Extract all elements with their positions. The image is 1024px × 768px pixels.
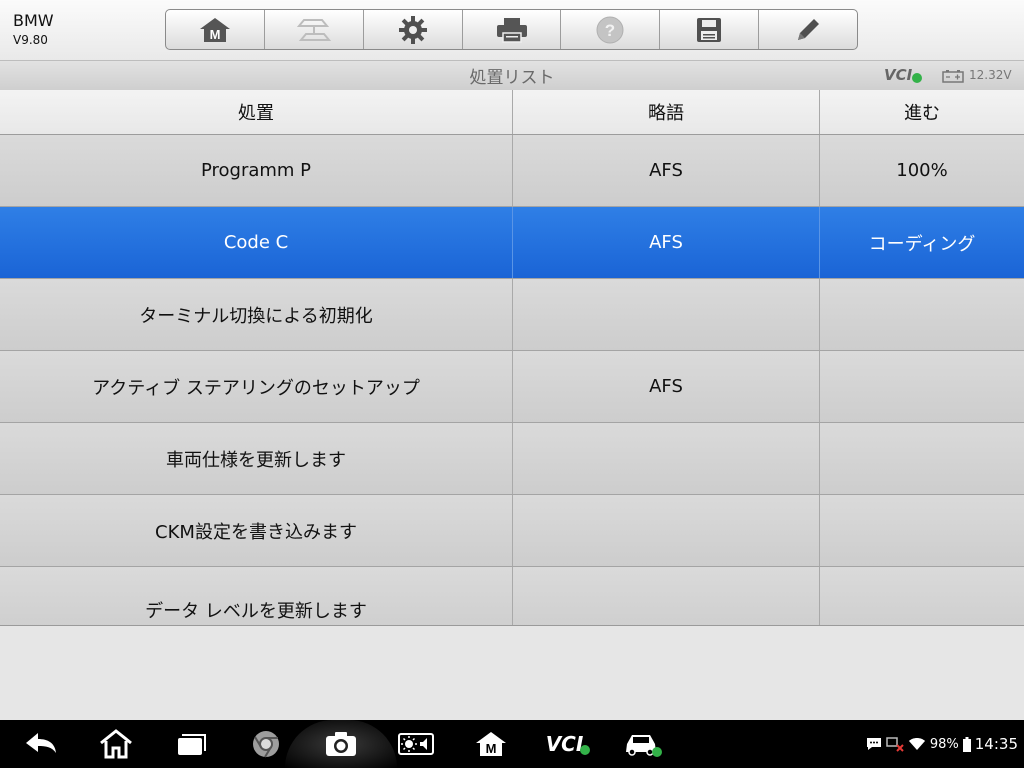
column-header-progress: 進む — [904, 103, 940, 124]
brightness-volume-icon — [398, 733, 434, 755]
table-row[interactable]: データ レベルを更新します — [0, 567, 1024, 625]
vehicle-swap-icon — [296, 18, 331, 41]
table-header: 処置 略語 進む — [0, 90, 1024, 135]
progress-cell — [820, 351, 1024, 422]
house-icon — [100, 729, 132, 759]
back-arrow-icon — [26, 733, 56, 753]
progress-cell — [820, 495, 1024, 566]
svg-text:M: M — [486, 741, 497, 756]
abbr-cell — [513, 279, 820, 350]
chrome-icon — [253, 731, 279, 758]
abbr-cell — [513, 567, 820, 625]
action-cell: アクティブ ステアリングのセットアップ — [0, 351, 513, 422]
home-m-icon: M — [199, 17, 230, 42]
progress-cell: コーディング — [868, 233, 976, 255]
back-button[interactable] — [18, 720, 64, 768]
progress-cell — [820, 423, 1024, 494]
abbr-cell — [513, 423, 820, 494]
vci-status-label: VCI — [884, 66, 913, 84]
home-button[interactable]: M — [166, 10, 265, 49]
action-cell: Programm P — [0, 135, 513, 206]
toolbar: M ? — [165, 9, 858, 50]
browser-app-button[interactable] — [243, 720, 289, 768]
abbr-cell — [513, 495, 820, 566]
vci-nav-label: VCI — [545, 732, 584, 756]
battery-percentage: 98% — [929, 736, 959, 752]
maxisys-home-button[interactable]: M — [468, 720, 514, 768]
edit-button[interactable] — [759, 10, 857, 49]
brand: BMW V9.80 — [13, 12, 54, 48]
chat-notification-icon — [866, 738, 881, 750]
svg-text:M: M — [210, 27, 221, 42]
home-m-icon: M — [476, 732, 506, 756]
app-version: V9.80 — [13, 33, 48, 47]
action-cell: Code C — [0, 207, 513, 278]
brightness-volume-button[interactable] — [393, 720, 439, 768]
car-connected-icon — [626, 735, 662, 757]
help-icon: ? — [596, 16, 624, 43]
android-home-button[interactable] — [93, 720, 139, 768]
settings-button[interactable] — [364, 10, 463, 49]
column-header-action: 処置 — [0, 90, 513, 134]
action-cell: ターミナル切換による初期化 — [0, 279, 513, 350]
system-nav-bar: M VCI 98% 14:35 — [0, 720, 1024, 768]
progress-cell — [820, 279, 1024, 350]
recent-apps-icon — [178, 734, 206, 755]
column-header-abbr: 略語 — [513, 90, 820, 134]
progress-cell — [820, 567, 1024, 625]
app-name: BMW — [13, 11, 54, 30]
table-row[interactable]: アクティブ ステアリングのセットアップ AFS — [0, 351, 1024, 423]
action-cell: データ レベルを更新します — [0, 567, 513, 625]
table-row[interactable]: 車両仕様を更新します — [0, 423, 1024, 495]
printer-icon — [496, 17, 527, 43]
title-bar: 処置リスト VCI 12.32V — [0, 61, 1024, 91]
help-button[interactable]: ? — [561, 10, 661, 49]
status-area: 98% 14:35 — [866, 720, 1018, 768]
table-row[interactable]: Programm P AFS 100% — [0, 135, 1024, 207]
pencil-icon — [798, 18, 820, 40]
table-row[interactable]: CKM設定を書き込みます — [0, 495, 1024, 567]
camera-app-button[interactable] — [318, 720, 364, 768]
wifi-icon — [908, 738, 925, 750]
battery-voltage: 12.32V — [969, 68, 1012, 82]
abbr-cell: AFS — [513, 351, 820, 422]
table-row[interactable]: ターミナル切換による初期化 — [0, 279, 1024, 351]
action-cell: 車両仕様を更新します — [0, 423, 513, 494]
recent-apps-button[interactable] — [168, 720, 214, 768]
vehicle-swap-button[interactable] — [265, 10, 364, 49]
progress-cell: 100% — [896, 160, 948, 181]
print-button[interactable] — [463, 10, 562, 49]
gear-icon — [398, 15, 427, 44]
vci-manager-button[interactable]: VCI — [541, 720, 595, 768]
abbr-cell: AFS — [513, 207, 820, 278]
page-title: 処置リスト — [469, 68, 555, 88]
svg-text:?: ? — [605, 21, 615, 40]
clock: 14:35 — [974, 735, 1018, 753]
battery-icon — [962, 736, 971, 752]
car-battery-icon — [942, 70, 964, 83]
action-cell: CKM設定を書き込みます — [0, 495, 513, 566]
procedure-table: 処置 略語 進む Programm P AFS 100% Code C AFS … — [0, 90, 1024, 626]
vehicle-connection-button[interactable] — [620, 720, 666, 768]
table-row-selected[interactable]: Code C AFS コーディング — [0, 207, 1024, 279]
abbr-cell: AFS — [513, 135, 820, 206]
vci-ok-icon — [580, 745, 591, 755]
save-icon — [697, 17, 722, 42]
save-button[interactable] — [660, 10, 760, 49]
camera-icon — [326, 732, 356, 756]
top-header: BMW V9.80 M ? — [0, 0, 1024, 61]
network-disconnected-icon — [886, 737, 904, 752]
vci-connected-icon — [912, 73, 922, 83]
